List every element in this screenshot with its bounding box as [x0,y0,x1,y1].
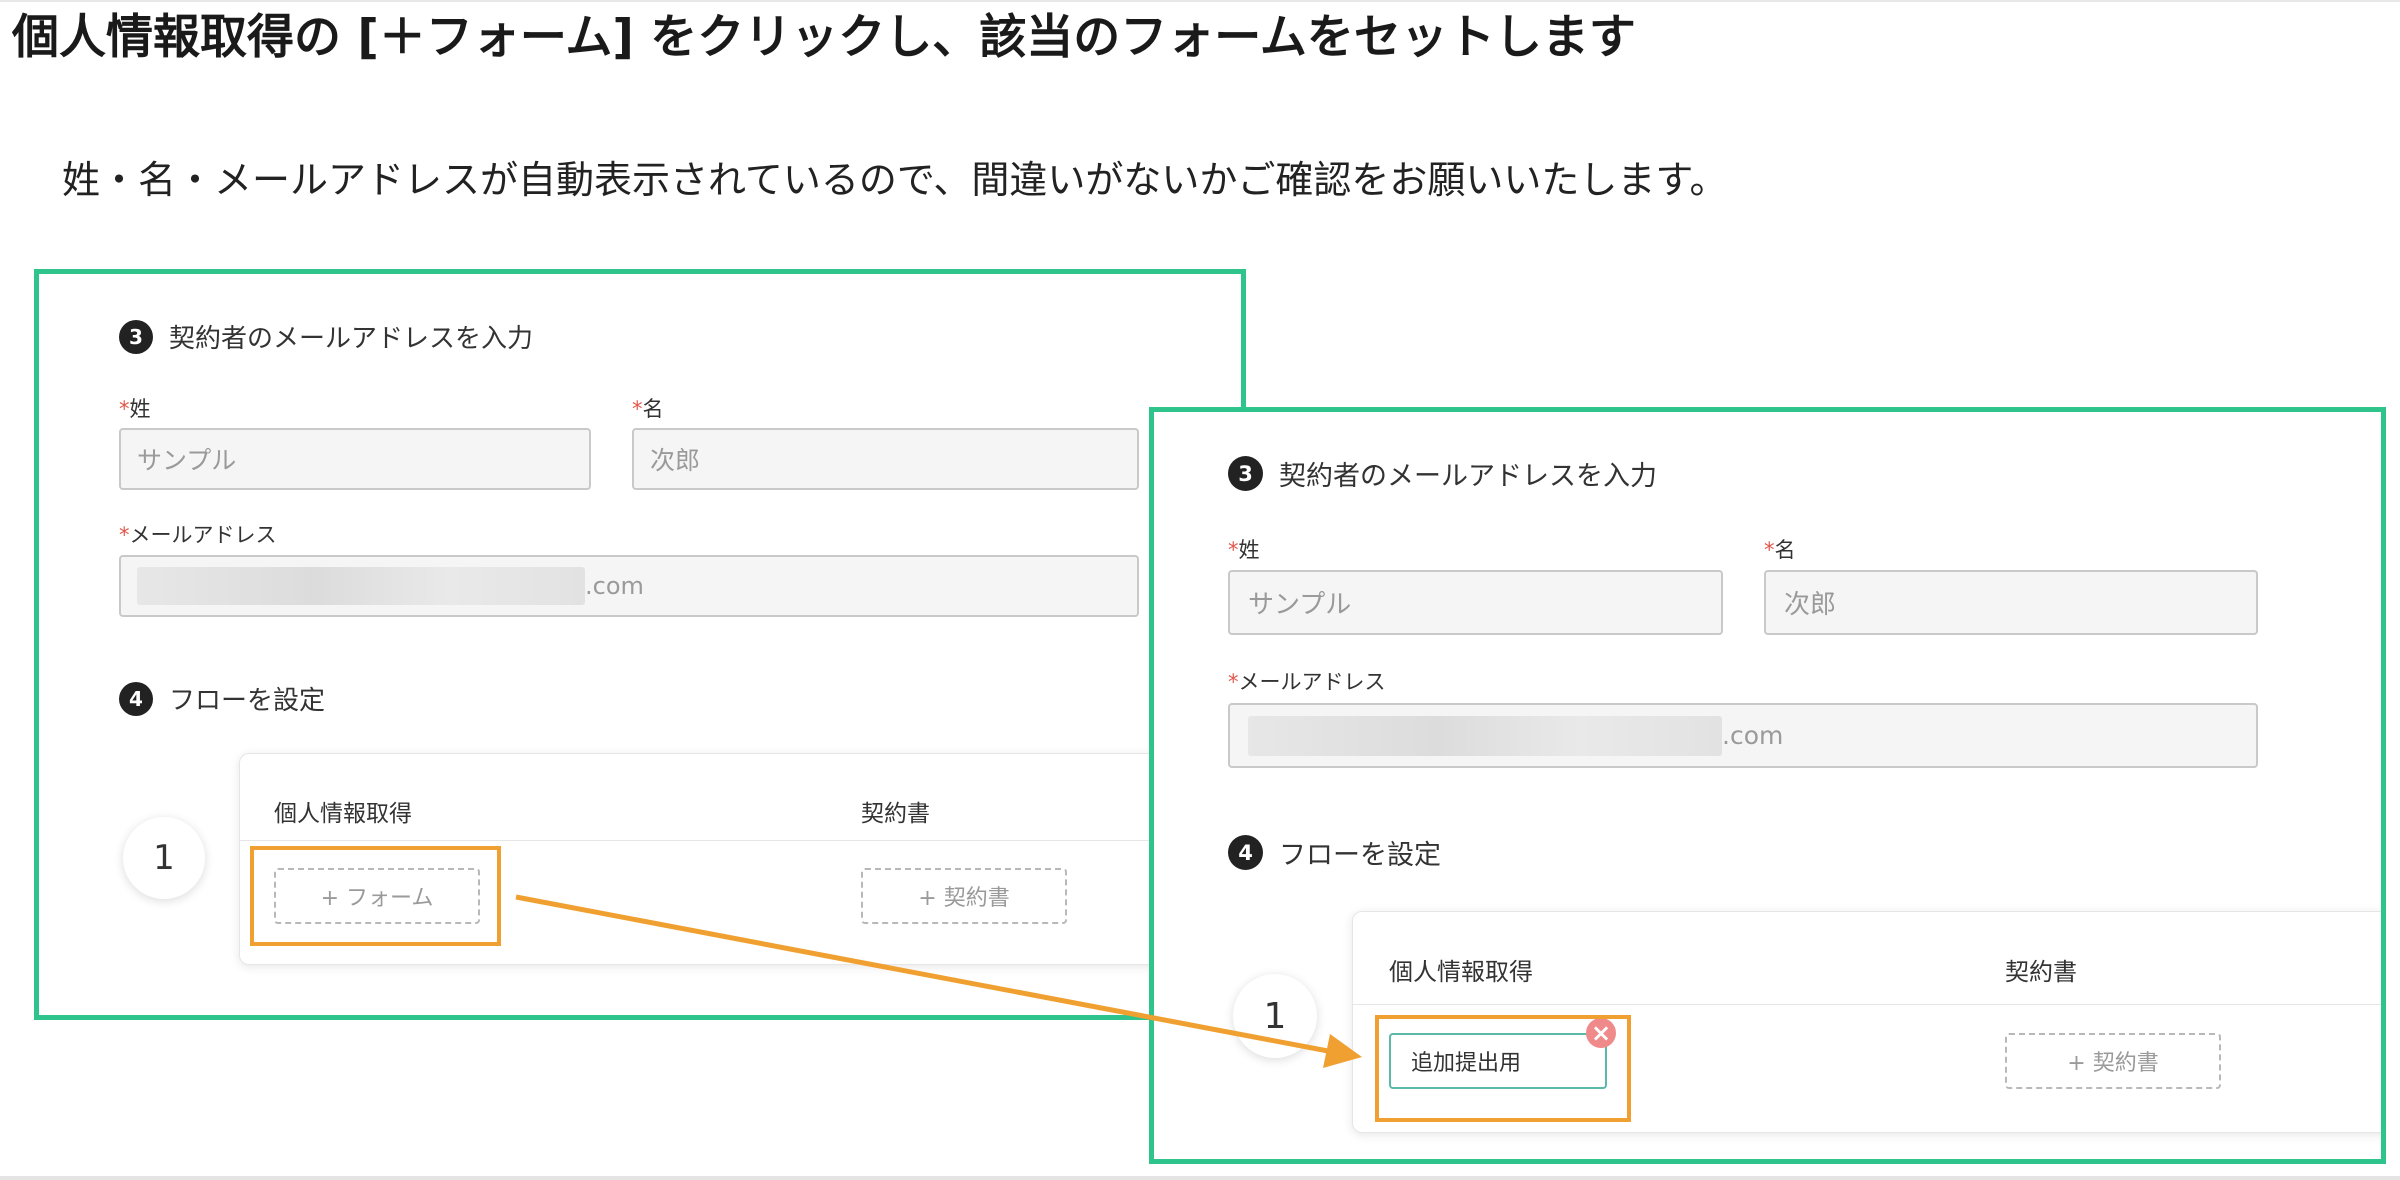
bottom-divider [0,1176,2400,1180]
step-number-badge: 4 [119,681,153,716]
last-name-label-text: 姓 [1238,538,1260,562]
redacted-email [1248,715,1722,756]
flow-card: 個人情報取得 契約書 + フォーム + 契約書 [239,753,1241,965]
step3-heading: 3 契約者のメールアドレスを入力 [119,318,533,355]
last-name-input[interactable]: サンプル [119,428,591,490]
add-form-highlight [250,846,501,946]
first-name-value: 次郎 [1784,590,1837,620]
step-number-badge: 3 [119,319,153,354]
email-label: *メールアドレス [119,519,277,549]
first-name-label-text: 名 [1774,538,1796,562]
email-label: *メールアドレス [1228,666,1386,696]
first-name-label: *名 [1764,534,1796,564]
step3-label: 契約者のメールアドレスを入力 [169,324,534,354]
before-screenshot-panel: 3 契約者のメールアドレスを入力 *姓 サンプル *名 次郎 *メールアドレス … [34,269,1246,1020]
required-mark: * [1228,670,1239,694]
step4-label: フローを設定 [1279,840,1441,871]
last-name-label: *姓 [119,393,151,423]
add-contract-button[interactable]: + 契約書 [2005,1033,2221,1089]
required-mark: * [632,397,643,421]
first-name-label-text: 名 [642,397,664,421]
step3-heading: 3 契約者のメールアドレスを入力 [1228,454,1657,493]
step4-heading: 4 フローを設定 [119,680,325,717]
step3-label: 契約者のメールアドレスを入力 [1279,461,1657,492]
first-name-label: *名 [632,393,664,423]
instruction-text: 姓・名・メールアドレスが自動表示されているので、間違いがないかご確認をお願いいた… [62,158,1728,202]
top-divider [0,0,2400,2]
first-name-value: 次郎 [650,446,701,475]
step-number-badge: 4 [1228,835,1263,870]
step4-label: フローを設定 [169,686,326,716]
required-mark: * [119,523,130,547]
email-label-text: メールアドレス [129,523,277,547]
email-input[interactable]: .com [1228,703,2258,768]
step4-heading: 4 フローを設定 [1228,833,1441,872]
flow-row-number: 1 [1233,974,1317,1058]
email-suffix: .com [1722,721,1784,750]
email-label-text: メールアドレス [1238,670,1386,694]
page-heading: 個人情報取得の [＋フォーム] をクリックし、該当のフォームをセットします [12,10,1636,65]
add-contract-button[interactable]: + 契約書 [861,868,1067,924]
redacted-email [137,567,585,605]
col-header-personal: 個人情報取得 [274,801,412,827]
first-name-input[interactable]: 次郎 [632,428,1139,490]
first-name-input[interactable]: 次郎 [1764,570,2258,635]
last-name-input[interactable]: サンプル [1228,570,1723,635]
email-input[interactable]: .com [119,555,1139,617]
required-mark: * [1228,538,1239,562]
required-mark: * [119,397,130,421]
email-suffix: .com [585,572,644,600]
flow-row-number: 1 [123,817,205,899]
step-number-badge: 3 [1228,456,1263,491]
set-form-highlight [1375,1015,1631,1122]
required-mark: * [1764,538,1775,562]
card-divider [1353,1004,2381,1005]
last-name-value: サンプル [137,446,237,475]
flow-card: 個人情報取得 契約書 追加提出用 × + 契約書 [1352,911,2381,1133]
col-header-personal: 個人情報取得 [1389,958,1533,986]
card-divider [240,840,1241,841]
last-name-value: サンプル [1248,590,1352,620]
after-screenshot-panel: 3 契約者のメールアドレスを入力 *姓 サンプル *名 次郎 *メールアドレス … [1149,407,2386,1164]
col-header-contract: 契約書 [861,801,930,827]
col-header-contract: 契約書 [2005,958,2077,986]
last-name-label-text: 姓 [129,397,151,421]
last-name-label: *姓 [1228,534,1260,564]
